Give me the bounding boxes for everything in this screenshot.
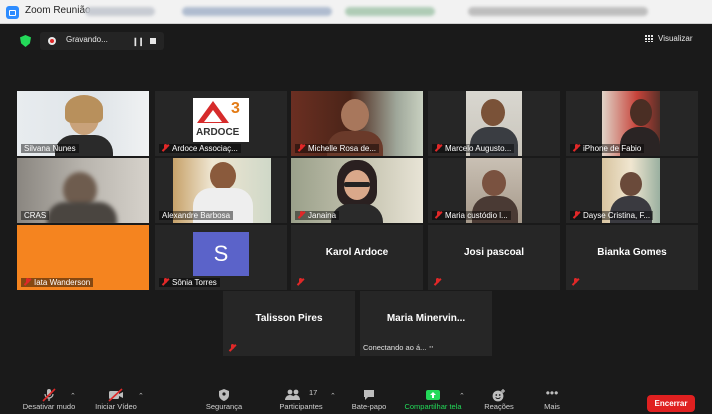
share-options-chevron-icon[interactable]: ⌃ [459, 392, 465, 400]
more-label: Mais [544, 402, 560, 411]
participant-name: Alexandre Barbosa [159, 211, 234, 220]
participants-count: 17 [309, 388, 318, 397]
record-icon [48, 37, 56, 45]
video-tile[interactable]: Janaina [291, 158, 423, 223]
mic-muted-icon [435, 144, 442, 152]
video-tile[interactable]: Maria custódio l... [428, 158, 560, 223]
video-tile[interactable]: Bianka Gomes [566, 225, 698, 290]
video-tile[interactable]: Michelle Rosa de... [291, 91, 423, 156]
shield-icon [196, 388, 252, 402]
participants-button[interactable]: 17 Participantes [270, 386, 332, 411]
participant-name: Ardoce Associaç... [159, 144, 241, 153]
share-screen-icon [398, 388, 468, 402]
share-screen-label: Compartilhar tela [404, 402, 462, 411]
security-label: Segurança [205, 402, 243, 411]
video-tile[interactable]: Maria Minervin... Conectando ao á... ⠒ [360, 291, 492, 356]
participant-name: Janaina [295, 211, 340, 220]
mic-muted-icon [298, 211, 305, 219]
blurred-tab [182, 7, 332, 16]
more-button[interactable]: ••• Mais [524, 386, 580, 411]
participant-name: Sônia Torres [159, 278, 220, 287]
chat-bubble-icon [341, 388, 397, 402]
participant-name: iPhone de Fabio [570, 144, 645, 153]
recording-label: Gravando... [66, 35, 108, 44]
window-titlebar: Zoom Reunião [0, 0, 712, 24]
mic-muted-icon [162, 144, 169, 152]
mic-muted-icon [162, 278, 169, 286]
reactions-label: Reações [484, 402, 514, 411]
participants-options-chevron-icon[interactable]: ⌃ [330, 392, 336, 400]
meeting-toolbar: Desativar mudo ⌃ Iniciar Vídeo ⌃ Seguran… [0, 386, 712, 414]
blurred-tab [345, 7, 435, 16]
start-video-button[interactable]: Iniciar Vídeo [88, 386, 144, 411]
pause-recording-icon[interactable]: ❙❙ [132, 37, 144, 46]
video-tile[interactable]: Dayse Cristina, F... [566, 158, 698, 223]
connecting-status: Conectando ao á... ⠒ [363, 343, 434, 352]
participant-name: Josi pascoal [463, 247, 525, 258]
zoom-app-icon [6, 6, 19, 19]
video-options-chevron-icon[interactable]: ⌃ [138, 392, 144, 400]
participant-name: Karol Ardoce [325, 247, 389, 258]
end-meeting-button[interactable]: Encerrar [647, 395, 695, 412]
participant-name: Michelle Rosa de... [295, 144, 380, 153]
recording-indicator: Gravando... ❙❙ [40, 32, 164, 50]
window-title: Zoom Reunião [25, 5, 91, 16]
smiley-plus-icon [471, 388, 527, 402]
participant-name: Marcelo Augusto... [432, 144, 515, 153]
participant-name: CRAS [21, 211, 50, 220]
blurred-tab [85, 7, 155, 16]
participant-name: Talisson Pires [255, 313, 323, 324]
participant-name: Bianka Gomes [597, 247, 667, 258]
blurred-tab [468, 7, 648, 16]
video-tile[interactable]: CRAS [17, 158, 149, 223]
mic-muted-icon [24, 278, 31, 286]
participant-name: Dayse Cristina, F... [570, 211, 654, 220]
video-tile[interactable]: 3 ARDOCE Ardoce Associaç... [155, 91, 287, 156]
video-tile[interactable]: Marcelo Augusto... [428, 91, 560, 156]
video-tile[interactable]: Iata Wanderson [17, 225, 149, 290]
view-button[interactable]: Visualizar [645, 34, 693, 43]
video-tile[interactable]: Silvana Nunes [17, 91, 149, 156]
video-tile[interactable]: S Sônia Torres [155, 225, 287, 290]
mute-options-chevron-icon[interactable]: ⌃ [70, 392, 76, 400]
chat-label: Bate-papo [351, 402, 387, 411]
reactions-button[interactable]: Reações [471, 386, 527, 411]
mic-muted-icon [229, 344, 236, 352]
stop-recording-icon[interactable] [150, 38, 156, 44]
mic-muted-icon [573, 144, 580, 152]
participant-name: Iata Wanderson [21, 278, 94, 287]
participant-name: Maria Minervin... [386, 313, 466, 324]
security-shield-icon[interactable] [20, 35, 31, 47]
chat-button[interactable]: Bate-papo [341, 386, 397, 411]
participants-label: Participantes [279, 402, 323, 411]
video-tile[interactable]: Josi pascoal [428, 225, 560, 290]
video-off-icon [88, 388, 144, 402]
mic-muted-icon [297, 278, 304, 286]
more-dots-icon: ••• [545, 386, 559, 400]
participant-name: Maria custódio l... [432, 211, 511, 220]
view-label: Visualizar [658, 34, 693, 43]
mic-muted-icon [434, 278, 441, 286]
video-tile[interactable]: Karol Ardoce [291, 225, 423, 290]
participant-avatar: S [193, 232, 249, 276]
video-tile[interactable]: iPhone de Fabio [566, 91, 698, 156]
start-video-label: Iniciar Vídeo [95, 402, 137, 411]
video-tile[interactable]: Talisson Pires [223, 291, 355, 356]
mic-muted-icon [572, 278, 579, 286]
grid-icon [645, 35, 654, 42]
mic-muted-icon [435, 211, 442, 219]
mic-muted-icon [298, 144, 305, 152]
security-button[interactable]: Segurança [196, 386, 252, 411]
video-tile[interactable]: Alexandre Barbosa [155, 158, 287, 223]
mute-label: Desativar mudo [22, 402, 76, 411]
share-screen-button[interactable]: Compartilhar tela [398, 386, 468, 411]
meeting-topbar: Gravando... ❙❙ Visualizar [0, 24, 712, 56]
participant-name: Silvana Nunes [21, 144, 79, 153]
mic-muted-icon [573, 211, 580, 219]
ardoce-logo: 3 ARDOCE [193, 98, 249, 142]
participants-icon: 17 [270, 388, 332, 402]
